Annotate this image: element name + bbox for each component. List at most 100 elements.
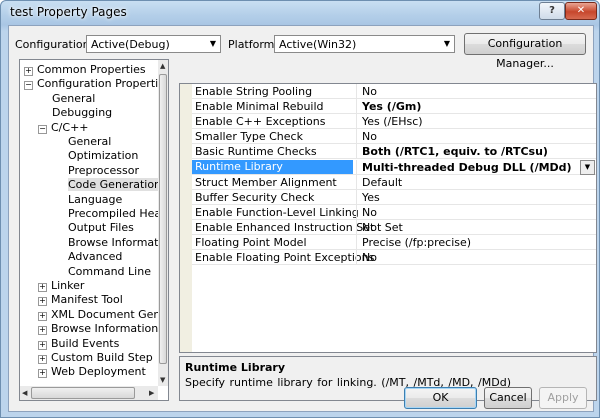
tree-item[interactable]: Debugging <box>38 106 112 120</box>
minus-box-icon[interactable]: − <box>38 124 47 134</box>
property-row[interactable]: Runtime Library Multi-threaded Debug DLL … <box>192 159 596 175</box>
tree-item-label: XML Document Genera <box>51 307 169 321</box>
tree-item[interactable]: General <box>54 135 111 149</box>
tree-item-label: Preprocessor <box>68 163 140 177</box>
property-tree[interactable]: + Common Properties − Configuration Propert… <box>19 59 169 401</box>
tree-item[interactable]: + Common Properties <box>24 63 146 77</box>
plus-box-icon[interactable]: + <box>38 369 47 379</box>
property-row[interactable]: Floating Point Model Precise (/fp:precise… <box>192 235 596 250</box>
tree-item[interactable]: Preprocessor <box>54 164 139 178</box>
plus-box-icon[interactable]: + <box>38 340 47 350</box>
platform-dropdown[interactable]: Active(Win32) ▼ <box>274 35 455 53</box>
tree-item-label: Precompiled Heade <box>68 207 169 220</box>
description-panel: Runtime Library Specify runtime library … <box>179 356 597 401</box>
scroll-down-arrow-icon[interactable]: ▼ <box>160 376 165 384</box>
property-row[interactable]: Enable String Pooling No <box>192 84 596 99</box>
tree-item-label: Language <box>68 192 123 206</box>
tree-item[interactable]: + Custom Build Step <box>38 351 153 365</box>
property-row[interactable]: Enable C++ Exceptions Yes (/EHsc) <box>192 114 596 130</box>
tree-item[interactable]: General <box>38 92 95 106</box>
property-row[interactable]: Struct Member Alignment Default <box>192 174 596 190</box>
tree-item[interactable]: Advanced <box>54 250 122 264</box>
tree-item[interactable]: − C/C++ <box>38 121 89 135</box>
tree-item[interactable]: Language <box>54 193 122 207</box>
tree-item-label: General <box>68 135 112 148</box>
property-row[interactable]: Enable Function-Level Linking No <box>192 204 596 220</box>
platform-value: Active(Win32) <box>279 38 357 51</box>
tree-item[interactable]: + Build Events <box>38 337 119 351</box>
plus-box-icon[interactable]: + <box>38 355 47 364</box>
plus-box-icon[interactable]: + <box>38 326 47 336</box>
property-row[interactable]: Enable Enhanced Instruction Set Not Set <box>192 219 596 235</box>
cancel-button[interactable]: Cancel <box>484 387 532 409</box>
property-grid: Enable String Pooling No Enable Minimal Re… <box>179 83 597 353</box>
plus-box-icon[interactable]: + <box>38 297 47 307</box>
plus-box-icon[interactable]: + <box>38 311 47 321</box>
property-row[interactable]: Smaller Type Check No <box>192 129 596 145</box>
property-row[interactable]: Enable Floating Point Exceptions No <box>192 250 596 266</box>
minus-box-icon[interactable]: − <box>24 81 33 91</box>
property-value: No <box>362 205 377 219</box>
property-name: Enable Minimal Rebuild <box>195 100 324 114</box>
ok-button[interactable]: OK <box>404 387 477 409</box>
plus-box-icon[interactable]: + <box>38 283 47 292</box>
property-row[interactable]: Basic Runtime Checks Both (/RTC1, equiv. … <box>192 144 596 160</box>
scroll-right-arrow-icon[interactable]: ▶ <box>149 389 154 397</box>
property-value: No <box>362 130 377 144</box>
configuration-manager-button[interactable]: Configuration Manager... <box>464 33 586 70</box>
tree-item[interactable]: + Linker <box>38 279 84 293</box>
tree-item[interactable]: Command Line <box>54 265 151 279</box>
chevron-down-icon: ▼ <box>209 39 216 48</box>
property-value: Not Set <box>362 220 403 234</box>
configuration-dropdown[interactable]: Active(Debug) ▼ <box>86 35 221 53</box>
tree-item-label: Web Deployment <box>51 365 146 379</box>
column-divider <box>356 114 357 130</box>
property-name: Smaller Type Check <box>195 130 303 144</box>
scroll-up-arrow-icon[interactable]: ▲ <box>160 62 165 70</box>
property-name: Runtime Library <box>192 159 353 174</box>
platform-label: Platform: <box>228 38 279 51</box>
scroll-left-arrow-icon[interactable]: ◀ <box>22 389 27 397</box>
dialog-window: test Property Pages ? ✕ Configuration: A… <box>0 0 600 418</box>
tree-item[interactable]: + Manifest Tool <box>38 293 123 307</box>
apply-button[interactable]: Apply <box>539 387 587 409</box>
tree-item[interactable]: Optimization <box>54 149 138 163</box>
tree-item[interactable]: + Web Deployment <box>38 365 146 379</box>
tree-horizontal-scroll-thumb[interactable] <box>31 387 135 399</box>
property-name: Enable Enhanced Instruction Set <box>195 220 375 234</box>
tree-item[interactable]: − Configuration Properties <box>24 77 169 91</box>
property-name: Enable String Pooling <box>195 85 313 98</box>
tree-item[interactable]: Precompiled Heade <box>54 207 169 221</box>
chevron-down-icon[interactable]: ▼ <box>580 159 595 175</box>
tree-item-label: Command Line <box>68 264 151 278</box>
column-divider <box>356 129 357 145</box>
tree-item-label: Configuration Properties <box>37 77 169 91</box>
column-divider <box>356 159 357 175</box>
window-title: test Property Pages <box>10 5 127 19</box>
tree-item[interactable]: + Browse Information <box>38 322 158 336</box>
plus-box-icon[interactable]: + <box>24 67 33 76</box>
tree-item[interactable]: Code Generation <box>54 178 162 192</box>
help-button[interactable]: ? <box>539 2 565 20</box>
property-name: Enable C++ Exceptions <box>195 115 326 129</box>
tree-item[interactable]: Output Files <box>54 221 134 235</box>
close-button[interactable]: ✕ <box>565 2 597 20</box>
title-bar[interactable]: test Property Pages ? ✕ <box>1 1 599 25</box>
grid-gutter <box>180 84 192 352</box>
column-divider <box>356 235 357 250</box>
property-value: Yes <box>362 190 380 204</box>
tree-item-label: General <box>52 91 96 105</box>
property-row[interactable]: Buffer Security Check Yes <box>192 189 596 205</box>
column-divider <box>356 84 357 99</box>
tree-item[interactable]: + XML Document Genera <box>38 307 169 322</box>
tree-item-label: Common Properties <box>37 63 146 76</box>
tree-item-label: Debugging <box>52 106 113 120</box>
property-value[interactable]: Multi-threaded Debug DLL (/MDd) <box>362 161 572 174</box>
property-value: Default <box>362 175 403 189</box>
property-value: Yes (/EHsc) <box>362 115 423 129</box>
tree-item[interactable]: Browse Information <box>54 236 168 250</box>
dialog-client-area: Configuration: Active(Debug) ▼ Platform:… <box>8 25 597 412</box>
tree-vertical-scroll-thumb[interactable] <box>159 74 167 364</box>
property-row[interactable]: Enable Minimal Rebuild Yes (/Gm) <box>192 99 596 115</box>
chevron-down-icon: ▼ <box>443 39 450 48</box>
